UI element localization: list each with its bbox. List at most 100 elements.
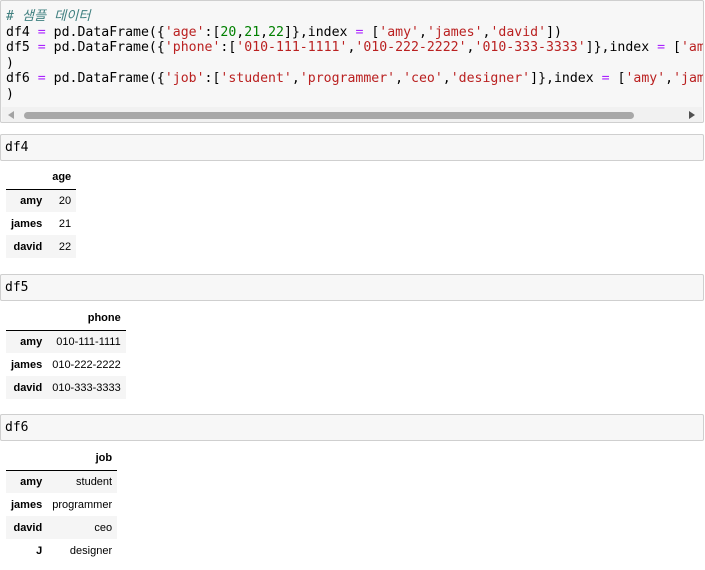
row-index: amy xyxy=(20,194,43,207)
code-token: = xyxy=(601,71,610,86)
code-token: pd.DataFrame({ xyxy=(45,24,165,40)
code-token: ]},index xyxy=(530,71,602,86)
code-editor[interactable]: # 샘플 데이터 df4 = pd.DataFrame({'age':[20,21… xyxy=(6,9,703,102)
table-row: david 22 xyxy=(6,235,77,258)
row-index: J xyxy=(36,544,43,557)
code-line: df4 = pd.DataFrame({'age':[20,21,22]},in… xyxy=(6,25,703,41)
code-token: [ xyxy=(363,24,380,40)
code-token: 'james' xyxy=(673,71,703,86)
code-token: 20 xyxy=(220,24,237,40)
code-token: [ xyxy=(609,71,626,86)
row-index: david xyxy=(13,240,43,253)
code-token: ) xyxy=(6,55,14,71)
code-token: '010-222-2222' xyxy=(355,40,467,55)
scrollbar-thumb[interactable] xyxy=(24,112,634,119)
table-row: james 21 xyxy=(6,212,77,235)
column-header: age xyxy=(47,166,77,190)
table-cell: 010-111-1111 xyxy=(56,335,121,348)
table-row: james programmer xyxy=(6,493,118,516)
table-row: david ceo xyxy=(6,516,118,539)
code-token: 'amy' xyxy=(625,71,666,86)
code-token: , xyxy=(665,71,674,86)
code-token: '010-333-3333' xyxy=(474,40,586,55)
code-token: df6 xyxy=(6,71,38,86)
code-token: = xyxy=(657,40,666,55)
code-token: 'james' xyxy=(426,24,483,40)
code-token: [ xyxy=(665,40,681,55)
code-token: = xyxy=(37,71,46,86)
table-cell: programmer xyxy=(52,498,113,511)
code-token: 'amy' xyxy=(680,40,703,55)
code-token: = xyxy=(37,24,46,40)
code-token: 'designer' xyxy=(450,71,531,86)
table-row: J designer xyxy=(6,539,118,562)
output-name: df4 xyxy=(5,140,29,155)
code-token: 'student' xyxy=(220,71,292,86)
table-row: james 010-222-2222 xyxy=(6,353,126,376)
output-name-cell-df4[interactable]: df4 xyxy=(0,134,704,161)
index-header xyxy=(6,447,48,471)
code-token: df5 xyxy=(6,40,38,55)
code-token: :[ xyxy=(204,24,221,40)
row-index: amy xyxy=(20,335,43,348)
code-token: , xyxy=(442,71,451,86)
table-cell: designer xyxy=(69,544,113,557)
code-token: = xyxy=(37,40,46,55)
dataframe-table-df5: phone amy 010-111-1111 james 010-222-222… xyxy=(6,307,126,399)
table-cell: 010-333-3333 xyxy=(52,381,121,394)
table-cell: 22 xyxy=(58,240,72,253)
code-token: # 샘플 데이터 xyxy=(6,9,91,24)
code-token: 22 xyxy=(268,24,284,40)
code-input-cell[interactable]: # 샘플 데이터 df4 = pd.DataFrame({'age':[20,21… xyxy=(0,0,704,123)
table-row: amy student xyxy=(6,470,118,493)
code-token: , xyxy=(419,24,427,40)
code-token: pd.DataFrame({ xyxy=(45,71,165,86)
code-line: ) xyxy=(6,56,703,72)
row-index: david xyxy=(13,381,43,394)
code-token: pd.DataFrame({ xyxy=(45,40,165,55)
table-cell: 010-222-2222 xyxy=(52,358,121,371)
code-token: , xyxy=(466,40,475,55)
dataframe-table-df4: age amy 20 james 21 david 22 xyxy=(6,166,77,258)
code-token: 'age' xyxy=(164,24,205,40)
code-token: , xyxy=(260,24,269,40)
table-header-row: age xyxy=(6,166,77,190)
index-header xyxy=(6,307,48,331)
code-token: ) xyxy=(6,86,14,102)
index-header xyxy=(6,166,48,190)
table-row: amy 20 xyxy=(6,189,77,212)
row-index: james xyxy=(11,498,43,511)
code-token: 'ceo' xyxy=(403,71,443,86)
column-header: phone xyxy=(47,307,126,331)
code-line: ) xyxy=(6,87,703,103)
table-row: amy 010-111-1111 xyxy=(6,330,126,353)
code-token: 'programmer' xyxy=(299,71,396,86)
table-row: david 010-333-3333 xyxy=(6,376,126,399)
output-name-cell-df5[interactable]: df5 xyxy=(0,274,704,301)
table-cell: 21 xyxy=(58,217,72,230)
code-token: :[ xyxy=(204,71,221,86)
scroll-right-icon[interactable] xyxy=(689,111,695,119)
code-token: :[ xyxy=(220,40,237,55)
code-token: df4 xyxy=(6,24,38,40)
output-name-cell-df6[interactable]: df6 xyxy=(0,414,704,441)
scroll-left-icon[interactable] xyxy=(8,111,14,119)
code-line: df6 = pd.DataFrame({'job':['student','pr… xyxy=(6,71,703,87)
code-token: ]},index xyxy=(585,40,658,55)
code-token: '010-111-1111' xyxy=(236,40,348,55)
table-cell: 20 xyxy=(58,194,72,207)
code-line: df5 = pd.DataFrame({'phone':['010-111-11… xyxy=(6,40,703,56)
code-token: , xyxy=(395,71,404,86)
dataframe-table-df6: job amy student james programmer david c… xyxy=(6,447,118,562)
code-token: ]},index xyxy=(283,24,356,40)
horizontal-scrollbar[interactable] xyxy=(2,107,702,122)
table-header-row: phone xyxy=(6,307,126,331)
row-index: amy xyxy=(20,475,43,488)
row-index: james xyxy=(11,358,43,371)
code-token: 21 xyxy=(244,24,261,40)
output-name: df5 xyxy=(5,280,29,295)
code-token: 'amy' xyxy=(379,24,419,40)
code-line: # 샘플 데이터 xyxy=(6,9,703,25)
output-name: df6 xyxy=(5,420,29,435)
column-header: job xyxy=(47,447,118,471)
